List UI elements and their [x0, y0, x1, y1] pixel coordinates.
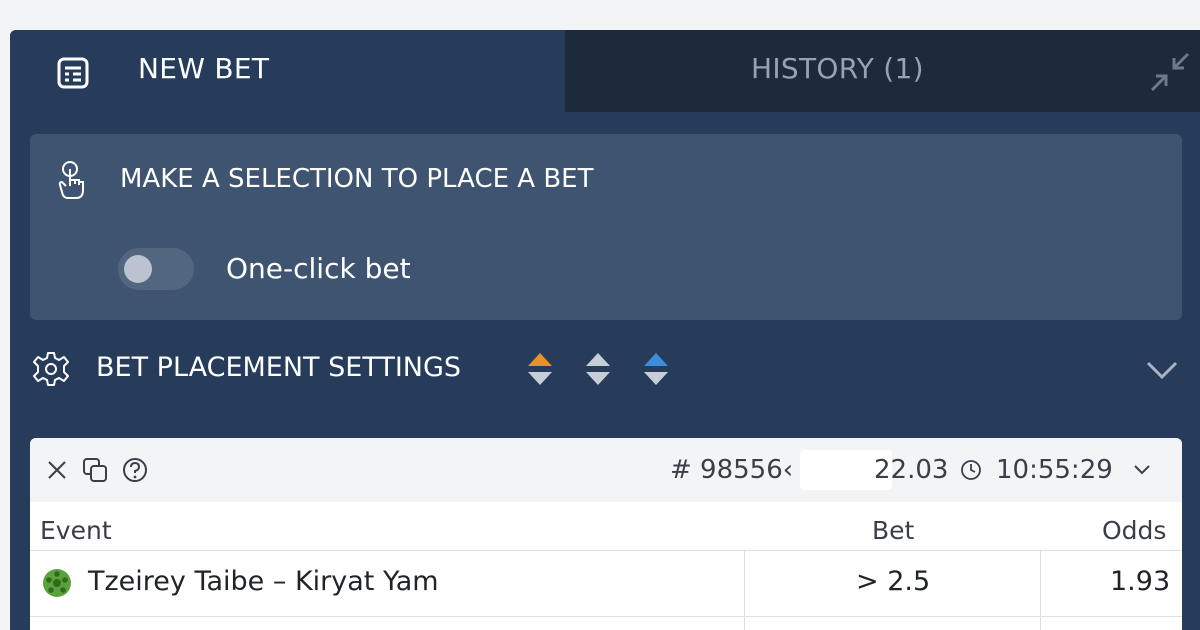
- selection-prompt-box: MAKE A SELECTION TO PLACE A BET One-clic…: [30, 134, 1182, 320]
- header-divider: [30, 550, 1182, 551]
- event-name: Tzeirey Taibe – Kiryat Yam: [88, 566, 439, 597]
- one-click-bet-label: One-click bet: [226, 252, 411, 285]
- column-header-bet: Bet: [872, 516, 915, 545]
- one-click-bet-toggle[interactable]: [118, 248, 194, 290]
- chevron-down-icon[interactable]: [1132, 462, 1152, 478]
- bet-date: 22.03: [874, 455, 949, 485]
- row-divider: [30, 616, 1182, 617]
- column-header-event: Event: [40, 516, 112, 545]
- gear-icon: [33, 352, 69, 386]
- toggle-knob: [124, 255, 152, 283]
- tab-history[interactable]: HISTORY (1): [565, 30, 1200, 112]
- selection-message: MAKE A SELECTION TO PLACE A BET: [120, 164, 594, 194]
- bet-card-header: # 98556‹ 22.03 10:55:29: [30, 438, 1182, 502]
- bet-time: 10:55:29: [996, 455, 1113, 485]
- betslip-icon: [57, 57, 89, 89]
- football-icon: [43, 569, 71, 597]
- bet-id: # 98556‹: [670, 455, 794, 485]
- betslip-tabs: NEW BET HISTORY (1): [10, 30, 1200, 112]
- bet-placement-settings-row[interactable]: BET PLACEMENT SETTINGS: [10, 340, 1200, 396]
- collapse-icon[interactable]: [1148, 50, 1192, 94]
- bet-selection: > 2.5: [856, 566, 931, 597]
- betslip-panel: NEW BET HISTORY (1) MAKE A SELECTION TO …: [10, 30, 1200, 630]
- bet-card: # 98556‹ 22.03 10:55:29 Event Bet Odds T…: [30, 438, 1182, 630]
- bet-placement-settings-label: BET PLACEMENT SETTINGS: [96, 352, 462, 383]
- tap-hand-icon: [58, 161, 84, 199]
- tab-new-bet[interactable]: NEW BET: [10, 30, 565, 112]
- tab-new-bet-label: NEW BET: [138, 52, 270, 85]
- clock-icon: [961, 460, 981, 480]
- odds-change-arrows-icon: [528, 353, 668, 385]
- chevron-down-icon[interactable]: [1142, 354, 1182, 384]
- column-header-odds: Odds: [1102, 516, 1167, 545]
- help-icon[interactable]: [122, 457, 148, 483]
- tab-history-label: HISTORY (1): [751, 52, 924, 85]
- copy-icon[interactable]: [82, 457, 108, 483]
- column-divider: [1040, 550, 1041, 630]
- bet-odds: 1.93: [1110, 566, 1171, 597]
- column-divider: [744, 550, 745, 630]
- close-icon[interactable]: [44, 457, 70, 483]
